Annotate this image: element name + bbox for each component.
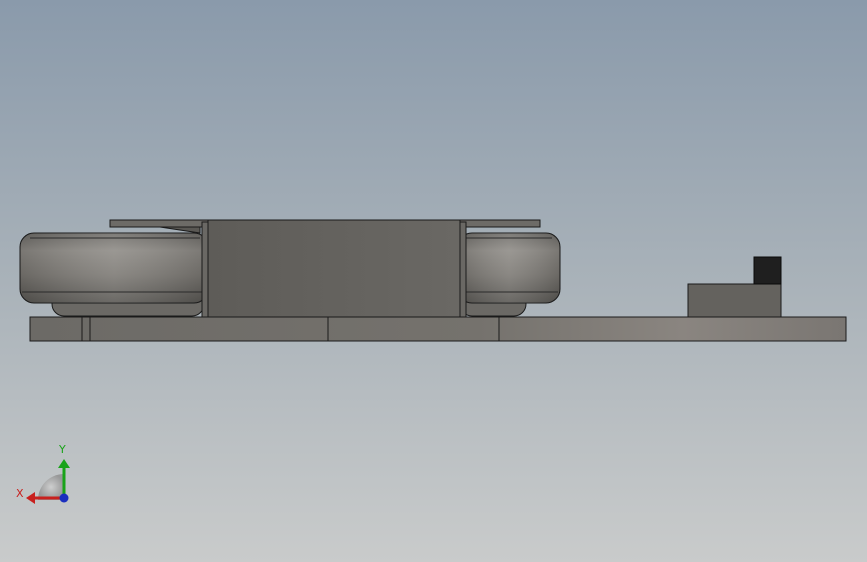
- triad-y-label: Y: [59, 443, 66, 456]
- z-axis-dot: [59, 493, 69, 503]
- triad-x-label: X: [16, 487, 24, 500]
- orientation-triad: [26, 459, 70, 504]
- central-carriage[interactable]: [207, 219, 461, 318]
- sensor-cube[interactable]: [753, 256, 782, 285]
- right-roller[interactable]: [457, 232, 561, 317]
- cad-viewport[interactable]: X Y: [0, 0, 867, 562]
- model-drawing[interactable]: [0, 0, 867, 562]
- mounting-block[interactable]: [687, 283, 782, 318]
- base-rail[interactable]: [29, 316, 847, 342]
- left-roller[interactable]: [19, 232, 209, 317]
